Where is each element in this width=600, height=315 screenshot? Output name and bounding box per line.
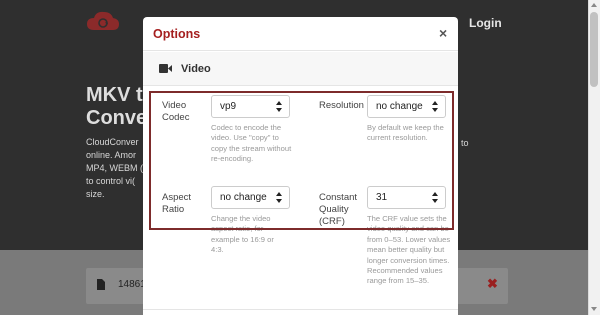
file-icon [97, 279, 105, 290]
hero-title: MKV t Conve [86, 84, 148, 129]
hero-description-fragment: to [461, 138, 469, 148]
scroll-down-arrow-icon[interactable] [591, 307, 597, 311]
highlight-annotation-box [149, 91, 454, 230]
login-link[interactable]: Login [469, 16, 502, 30]
remove-file-icon[interactable]: ✖ [487, 276, 498, 292]
scroll-up-arrow-icon[interactable] [591, 3, 597, 7]
modal-divider [143, 309, 458, 310]
section-title: Video [181, 63, 211, 75]
scrollbar-thumb[interactable] [590, 12, 598, 87]
hero-description: CloudConver online. Amor MP4, WEBM ( to … [86, 137, 144, 199]
modal-title: Options [153, 27, 201, 41]
video-camera-icon [159, 64, 172, 73]
close-icon[interactable]: × [439, 25, 447, 41]
file-name: 14861 [118, 279, 146, 290]
cloud-convert-logo-icon[interactable] [86, 10, 120, 32]
